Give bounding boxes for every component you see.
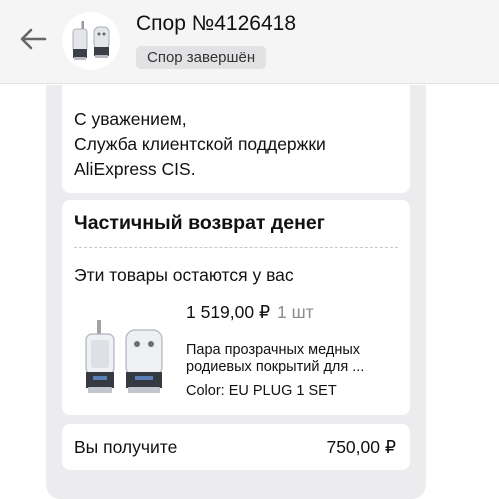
product-price: 1 519,00 ₽ — [186, 302, 271, 322]
refund-total-card: Вы получите 750,00 ₽ — [62, 424, 410, 470]
product-price-line: 1 519,00 ₽ 1 шт — [186, 302, 314, 323]
back-button[interactable] — [16, 22, 50, 56]
refund-card: Частичный возврат денег Эти товары остаю… — [62, 200, 410, 415]
arrow-left-icon — [20, 28, 47, 50]
power-plug-icon — [85, 320, 163, 393]
dispute-feed: С уважением, Служба клиентской поддержки… — [46, 85, 426, 499]
power-plug-icon — [72, 21, 110, 60]
refund-subtitle: Эти товары остаются у вас — [74, 265, 294, 285]
divider — [74, 247, 398, 248]
message-line: Служба клиентской поддержки — [74, 134, 326, 154]
message-line: AliExpress CIS. — [74, 159, 196, 179]
support-message-card: С уважением, Служба клиентской поддержки… — [62, 85, 410, 193]
product-quantity: 1 шт — [277, 302, 314, 322]
product-name[interactable]: Пара прозрачных медных родиевых покрытий… — [186, 342, 398, 376]
refund-title: Частичный возврат денег — [74, 212, 325, 234]
support-message-text: С уважением, Служба клиентской поддержки… — [74, 107, 326, 182]
status-badge: Спор завершён — [136, 46, 267, 69]
total-label: Вы получите — [74, 437, 178, 457]
total-value: 750,00 ₽ — [326, 437, 396, 457]
dispute-header: Спор №4126418 Спор завершён — [0, 0, 499, 84]
message-line: С уважением, — [74, 109, 187, 129]
product-image[interactable] — [78, 318, 170, 402]
dispute-title: Спор №4126418 — [136, 12, 297, 35]
product-attribute: Color: EU PLUG 1 SET — [186, 383, 337, 399]
product-avatar[interactable] — [62, 12, 120, 70]
